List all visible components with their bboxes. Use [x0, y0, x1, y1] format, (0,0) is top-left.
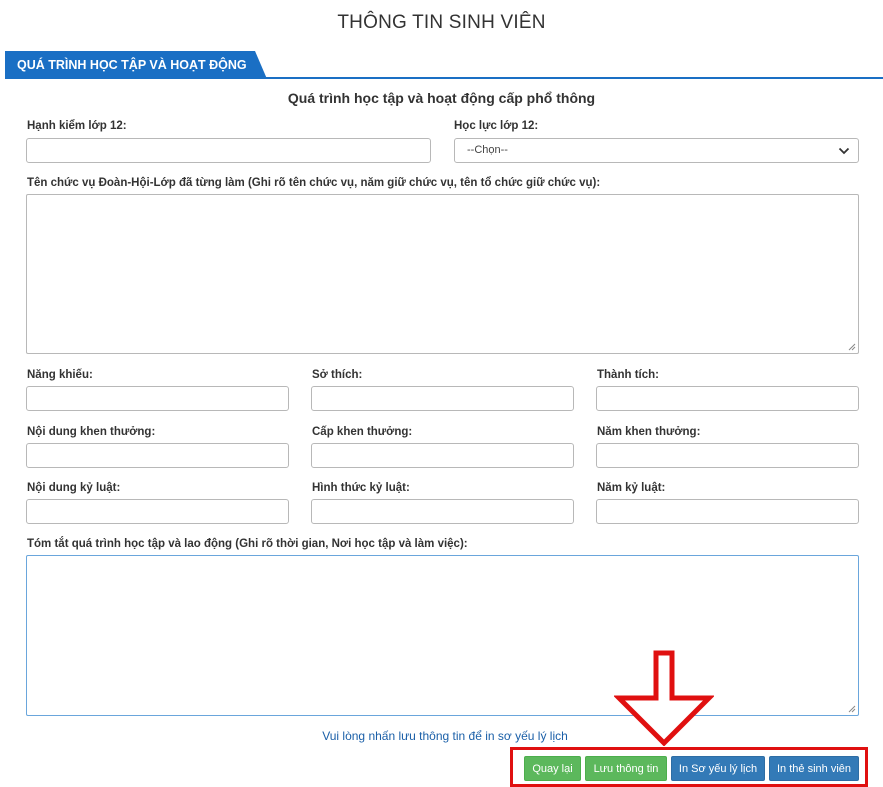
tab-study-activity[interactable]: QUÁ TRÌNH HỌC TẬP VÀ HOẠT ĐỘNG	[5, 51, 267, 79]
section-tab-bar: QUÁ TRÌNH HỌC TẬP VÀ HOẠT ĐỘNG	[5, 51, 883, 79]
positions-label: Tên chức vụ Đoàn-Hội-Lớp đã từng làm (Gh…	[27, 177, 601, 189]
save-button[interactable]: Lưu thông tin	[585, 756, 667, 781]
section-subtitle: Quá trình học tập và hoạt động cấp phổ t…	[287, 90, 596, 106]
discipline-content-label: Nội dung kỷ luật:	[27, 482, 121, 494]
discipline-year-label: Năm kỷ luật:	[597, 482, 666, 494]
achievement-label: Thành tích:	[597, 369, 659, 381]
reward-year-input[interactable]	[596, 443, 859, 468]
discipline-content-input[interactable]	[26, 499, 289, 524]
hobby-label: Sở thích:	[312, 369, 363, 381]
discipline-year-input[interactable]	[596, 499, 859, 524]
discipline-form-label: Hình thức kỷ luật:	[312, 482, 410, 494]
summary-label: Tóm tắt quá trình học tập và lao động (G…	[27, 538, 468, 550]
save-hint-text: Vui lòng nhấn lưu thông tin để in sơ yếu…	[322, 729, 568, 743]
page-title: THÔNG TIN SINH VIÊN	[337, 12, 546, 33]
chevron-down-icon	[838, 147, 850, 155]
conduct-grade12-input[interactable]	[26, 138, 431, 163]
reward-year-label: Năm khen thưởng:	[597, 426, 701, 438]
discipline-form-input[interactable]	[311, 499, 574, 524]
hobby-input[interactable]	[311, 386, 574, 411]
academic-grade12-label: Học lực lớp 12:	[454, 120, 539, 132]
talent-input[interactable]	[26, 386, 289, 411]
reward-content-input[interactable]	[26, 443, 289, 468]
resize-handle-icon[interactable]	[846, 341, 856, 351]
print-cv-button[interactable]: In Sơ yếu lý lịch	[671, 756, 765, 781]
back-button[interactable]: Quay lại	[524, 756, 581, 781]
red-down-arrow-icon	[614, 650, 714, 746]
academic-grade12-select[interactable]: --Chọn--	[454, 138, 859, 163]
academic-grade12-selected: --Chọn--	[467, 144, 508, 156]
reward-level-input[interactable]	[311, 443, 574, 468]
positions-textarea[interactable]	[26, 194, 859, 354]
resize-handle-icon[interactable]	[846, 703, 856, 713]
print-card-button[interactable]: In thẻ sinh viên	[769, 756, 859, 781]
conduct-grade12-label: Hạnh kiểm lớp 12:	[27, 120, 127, 132]
achievement-input[interactable]	[596, 386, 859, 411]
reward-level-label: Cấp khen thưởng:	[312, 426, 413, 438]
summary-textarea[interactable]	[26, 555, 859, 716]
reward-content-label: Nội dung khen thưởng:	[27, 426, 156, 438]
talent-label: Năng khiếu:	[27, 369, 93, 381]
